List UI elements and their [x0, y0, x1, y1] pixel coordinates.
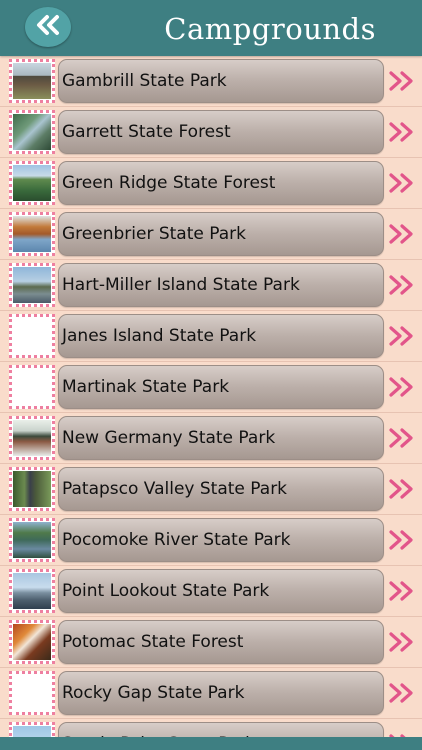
list-item[interactable]: New Germany State Park [0, 413, 422, 464]
double-chevron-right-icon[interactable] [388, 631, 416, 653]
park-photo [13, 63, 51, 99]
list-item[interactable]: Garrett State Forest [0, 107, 422, 158]
list-item[interactable]: Patapsco Valley State Park [0, 464, 422, 515]
park-thumbnail [9, 59, 55, 103]
park-thumbnail [9, 212, 55, 256]
double-chevron-right-icon[interactable] [388, 274, 416, 296]
park-name-button[interactable]: Point Lookout State Park [58, 569, 384, 613]
park-photo [13, 216, 51, 252]
park-name-button[interactable]: New Germany State Park [58, 416, 384, 460]
park-name-label: Rocky Gap State Park [62, 683, 245, 703]
park-thumbnail [9, 416, 55, 460]
park-name-button[interactable]: Martinak State Park [58, 365, 384, 409]
double-chevron-left-icon [35, 14, 61, 40]
double-chevron-right-icon[interactable] [388, 172, 416, 194]
park-photo [13, 675, 51, 711]
park-name-label: Hart-Miller Island State Park [62, 275, 300, 295]
park-name-label: Green Ridge State Forest [62, 173, 276, 193]
list-item[interactable]: Janes Island State Park [0, 311, 422, 362]
park-photo [13, 267, 51, 303]
park-name-label: New Germany State Park [62, 428, 276, 448]
park-name-button[interactable]: Greenbrier State Park [58, 212, 384, 256]
bottom-bar [0, 737, 422, 750]
app-screen: Campgrounds Gambrill State Park Garrett S… [0, 0, 422, 750]
list-item[interactable]: Martinak State Park [0, 362, 422, 413]
park-photo [13, 369, 51, 405]
park-name-label: Point Lookout State Park [62, 581, 270, 601]
park-name-label: Gambrill State Park [62, 71, 227, 91]
double-chevron-right-icon[interactable] [388, 580, 416, 602]
park-name-button[interactable]: Rocky Gap State Park [58, 671, 384, 715]
double-chevron-right-icon[interactable] [388, 223, 416, 245]
park-thumbnail [9, 518, 55, 562]
list-item[interactable]: Pocomoke River State Park [0, 515, 422, 566]
park-thumbnail [9, 314, 55, 358]
park-name-button[interactable]: Green Ridge State Forest [58, 161, 384, 205]
park-name-label: Greenbrier State Park [62, 224, 246, 244]
double-chevron-right-icon[interactable] [388, 325, 416, 347]
list-item[interactable]: Potomac State Forest [0, 617, 422, 668]
park-thumbnail [9, 161, 55, 205]
back-button[interactable] [25, 7, 71, 47]
park-photo [13, 114, 51, 150]
park-name-button[interactable]: Janes Island State Park [58, 314, 384, 358]
park-photo [13, 471, 51, 507]
park-thumbnail [9, 365, 55, 409]
double-chevron-right-icon[interactable] [388, 682, 416, 704]
park-name-button[interactable]: Gambrill State Park [58, 59, 384, 103]
page-title: Campgrounds [164, 12, 376, 46]
park-name-label: Garrett State Forest [62, 122, 231, 142]
header-bar: Campgrounds [0, 0, 422, 56]
park-thumbnail [9, 569, 55, 613]
park-thumbnail [9, 110, 55, 154]
list-item[interactable]: Green Ridge State Forest [0, 158, 422, 209]
park-photo [13, 318, 51, 354]
list-item[interactable]: Greenbrier State Park [0, 209, 422, 260]
double-chevron-right-icon[interactable] [388, 70, 416, 92]
park-thumbnail [9, 263, 55, 307]
park-name-button[interactable]: Hart-Miller Island State Park [58, 263, 384, 307]
double-chevron-right-icon[interactable] [388, 427, 416, 449]
park-photo [13, 522, 51, 558]
park-thumbnail [9, 620, 55, 664]
park-name-label: Pocomoke River State Park [62, 530, 291, 550]
park-name-button[interactable]: Patapsco Valley State Park [58, 467, 384, 511]
park-photo [13, 165, 51, 201]
park-thumbnail [9, 467, 55, 511]
campground-list: Gambrill State Park Garrett State Forest G… [0, 56, 422, 750]
park-name-label: Patapsco Valley State Park [62, 479, 288, 499]
park-thumbnail [9, 671, 55, 715]
double-chevron-right-icon[interactable] [388, 529, 416, 551]
park-name-button[interactable]: Pocomoke River State Park [58, 518, 384, 562]
double-chevron-right-icon[interactable] [388, 478, 416, 500]
park-name-label: Martinak State Park [62, 377, 230, 397]
list-item[interactable]: Hart-Miller Island State Park [0, 260, 422, 311]
list-item[interactable]: Rocky Gap State Park [0, 668, 422, 719]
park-photo [13, 420, 51, 456]
park-name-label: Janes Island State Park [62, 326, 257, 346]
park-name-button[interactable]: Garrett State Forest [58, 110, 384, 154]
list-item[interactable]: Gambrill State Park [0, 56, 422, 107]
double-chevron-right-icon[interactable] [388, 376, 416, 398]
park-name-button[interactable]: Potomac State Forest [58, 620, 384, 664]
park-photo [13, 573, 51, 609]
double-chevron-right-icon[interactable] [388, 121, 416, 143]
park-photo [13, 624, 51, 660]
list-item[interactable]: Point Lookout State Park [0, 566, 422, 617]
park-name-label: Potomac State Forest [62, 632, 244, 652]
